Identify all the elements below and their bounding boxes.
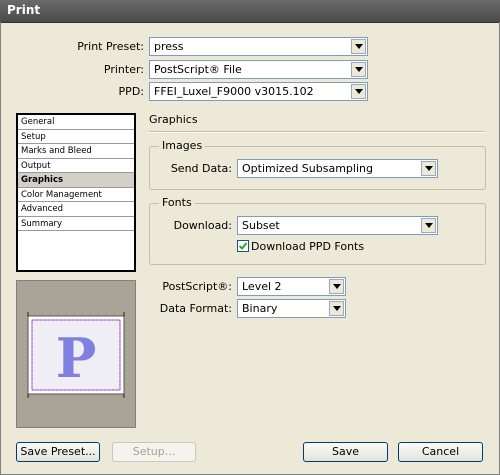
chevron-down-icon[interactable] [329, 279, 344, 294]
title-bar: Print [0, 0, 500, 23]
send-data-label: Send Data: [170, 162, 232, 175]
download-select[interactable]: Subset [237, 216, 438, 235]
download-label: Download: [173, 219, 232, 232]
fonts-group-title: Fonts [159, 196, 195, 209]
printer-select[interactable]: PostScript® File [149, 60, 368, 79]
sidebar-item-output[interactable]: Output [18, 159, 134, 173]
sidebar-item-setup[interactable]: Setup [18, 130, 134, 144]
page-preview: P [16, 280, 136, 428]
printer-value: PostScript® File [154, 63, 242, 76]
window-title: Print [7, 3, 41, 17]
cancel-button[interactable]: Cancel [398, 442, 483, 462]
sidebar-item-color-management[interactable]: Color Management [18, 188, 134, 202]
checkmark-icon [238, 242, 248, 250]
chevron-down-icon[interactable] [351, 39, 366, 54]
print-preset-select[interactable]: press [149, 37, 368, 56]
ppd-value: FFEI_Luxel_F9000 v3015.102 [154, 85, 314, 98]
sidebar-item-marks-and-bleed[interactable]: Marks and Bleed [18, 144, 134, 159]
panel-title: Graphics [149, 113, 198, 126]
download-ppd-fonts-checkbox[interactable] [237, 240, 249, 252]
download-value: Subset [242, 219, 280, 232]
postscript-level-value: Level 2 [242, 280, 282, 293]
category-list: General Setup Marks and Bleed Output Gra… [16, 113, 136, 272]
sidebar-item-advanced[interactable]: Advanced [18, 202, 134, 217]
postscript-label: PostScript®: [162, 280, 232, 293]
setup-button[interactable]: Setup... [112, 442, 196, 462]
download-ppd-fonts-label[interactable]: Download PPD Fonts [251, 240, 364, 253]
save-preset-button[interactable]: Save Preset... [16, 442, 100, 462]
data-format-label: Data Format: [159, 302, 232, 315]
chevron-down-icon[interactable] [421, 218, 436, 233]
sidebar-item-graphics[interactable]: Graphics [18, 173, 134, 188]
sidebar-item-general[interactable]: General [18, 115, 134, 130]
data-format-value: Binary [242, 302, 278, 315]
chevron-down-icon[interactable] [351, 84, 366, 99]
printer-label: Printer: [103, 63, 144, 76]
ppd-label: PPD: [118, 85, 144, 98]
chevron-down-icon[interactable] [421, 161, 436, 176]
images-group-title: Images [159, 139, 206, 152]
postscript-level-select[interactable]: Level 2 [237, 277, 346, 296]
page-preview-graphic: P [27, 312, 125, 398]
chevron-down-icon[interactable] [329, 301, 344, 316]
panel-divider [149, 131, 485, 133]
preview-letter: P [56, 326, 97, 390]
send-data-select[interactable]: Optimized Subsampling [237, 159, 438, 178]
sidebar-item-summary[interactable]: Summary [18, 217, 134, 231]
send-data-value: Optimized Subsampling [242, 162, 373, 175]
data-format-select[interactable]: Binary [237, 299, 346, 318]
chevron-down-icon[interactable] [351, 62, 366, 77]
print-preset-value: press [154, 40, 184, 53]
ppd-select[interactable]: FFEI_Luxel_F9000 v3015.102 [149, 82, 368, 101]
print-preset-label: Print Preset: [77, 40, 144, 53]
save-button[interactable]: Save [303, 442, 388, 462]
